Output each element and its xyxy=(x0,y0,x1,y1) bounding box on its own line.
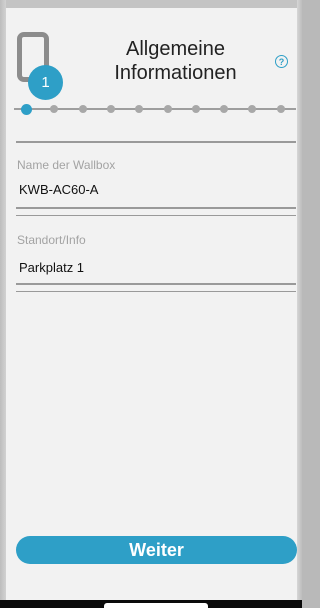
section-divider-2 xyxy=(16,291,296,292)
wallbox-name-label: Name der Wallbox xyxy=(17,158,116,172)
wallbox-name-input[interactable]: KWB-AC60-A xyxy=(19,182,98,197)
step-number-badge: 1 xyxy=(28,65,63,100)
section-divider xyxy=(16,215,296,216)
progress-dot-step-8 xyxy=(220,105,229,113)
app-screen: 1 Allgemeine Informationen ? Name der Wa… xyxy=(6,8,297,600)
home-indicator[interactable] xyxy=(104,603,208,608)
progress-dot-step-10 xyxy=(276,105,285,113)
progress-dot-step-6 xyxy=(163,105,172,113)
progress-dot-step-9 xyxy=(248,105,257,113)
device-frame-right xyxy=(297,0,302,600)
progress-dot-step-3 xyxy=(78,105,87,113)
step-progress-indicator xyxy=(6,103,297,115)
page-title: Allgemeine Informationen xyxy=(78,37,273,85)
help-icon[interactable]: ? xyxy=(275,55,288,68)
next-button[interactable]: Weiter xyxy=(16,536,297,564)
header-divider xyxy=(16,141,296,143)
location-label: Standort/Info xyxy=(17,233,86,247)
device-frame-top xyxy=(0,0,302,8)
progress-dot-step-2 xyxy=(50,105,59,113)
wallbox-name-underline xyxy=(16,207,296,209)
progress-dot-step-5 xyxy=(135,105,144,113)
system-navigation-bar xyxy=(0,600,302,608)
progress-dot-step-1 xyxy=(20,103,32,115)
page-title-line-1: Allgemeine xyxy=(126,38,225,60)
page-title-line-2: Informationen xyxy=(114,62,237,84)
location-underline xyxy=(16,283,296,285)
location-input[interactable]: Parkplatz 1 xyxy=(19,260,84,275)
progress-dot-step-4 xyxy=(106,105,115,113)
progress-dot-step-7 xyxy=(191,105,200,113)
